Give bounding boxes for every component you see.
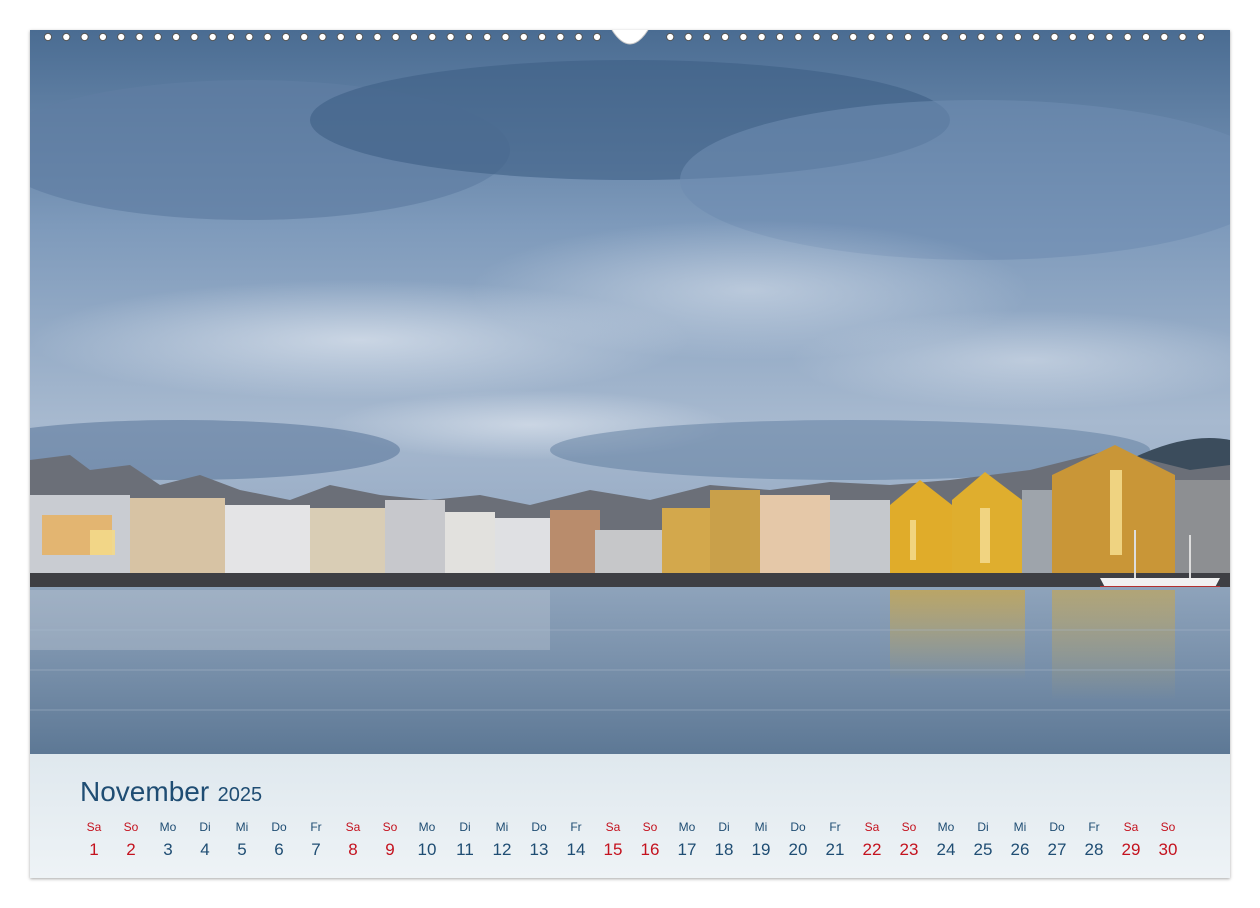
day-number: 8 [348,840,358,859]
day-number: 19 [751,840,771,859]
day-number: 5 [237,840,247,859]
day-number: 23 [899,840,919,859]
day-number: 21 [825,840,845,859]
day-number: 14 [566,840,586,859]
day-number: 18 [714,840,734,859]
weekday-label: Do [790,820,806,834]
day-number: 9 [385,840,395,859]
month-heading: November 2025 [80,776,262,808]
weekday-label: Mo [159,820,177,834]
weekday-label: Di [199,820,211,834]
weekday-label: Di [459,820,471,834]
weekday-label: Fr [829,820,841,834]
day-number: 12 [492,840,512,859]
calendar-footer: November 2025 Sa 1 So 2 Mo 3 Di 4 Mi 5 Do 6 Fr 7 Sa 8 So… [30,754,1230,878]
weekday-label: Do [531,820,547,834]
day-number: 26 [1010,840,1030,859]
weekday-label: Do [271,820,287,834]
day-number: 27 [1047,840,1067,859]
day-number: 11 [456,840,474,859]
weekday-label: Mi [754,820,768,834]
weekday-label: Mi [495,820,509,834]
month-name: November [80,776,210,807]
day-number: 2 [126,840,136,859]
day-number: 1 [89,840,99,859]
day-number: 10 [417,840,437,859]
day-number: 3 [163,840,173,859]
weekday-label: Fr [570,820,582,834]
weekday-label: So [901,820,917,834]
weekday-label: Mo [678,820,696,834]
weekday-label: Mo [418,820,436,834]
weekday-label: Mi [235,820,249,834]
day-number: 6 [274,840,284,859]
weekday-label: Sa [605,820,621,834]
weekday-label: Mi [1013,820,1027,834]
day-number: 16 [640,840,660,859]
weekday-label: Sa [345,820,361,834]
calendar-page: November 2025 Sa 1 So 2 Mo 3 Di 4 Mi 5 Do 6 Fr 7 Sa 8 So… [30,30,1230,878]
day-number: 28 [1084,840,1104,859]
day-number: 30 [1158,840,1178,859]
day-number: 7 [311,840,321,859]
weekday-label: Fr [1088,820,1100,834]
weekday-label: Sa [86,820,102,834]
weekday-label: So [382,820,398,834]
day-number: 15 [603,840,623,859]
weekday-label: Fr [310,820,322,834]
day-number: 24 [936,840,956,859]
weekday-label: Di [977,820,989,834]
day-number: 4 [200,840,210,859]
weekday-label: Sa [1123,820,1139,834]
weekday-label: So [642,820,658,834]
day-number: 29 [1121,840,1141,859]
harbor-photo [30,30,1230,754]
weekday-label: Mo [937,820,955,834]
weekday-label: Sa [864,820,880,834]
weekday-label: Di [718,820,730,834]
day-number: 25 [973,840,993,859]
weekday-label: So [1160,820,1176,834]
day-number: 22 [862,840,882,859]
day-number: 20 [788,840,808,859]
weekday-label: Do [1049,820,1065,834]
day-number: 13 [529,840,549,859]
month-year: 2025 [217,784,263,806]
day-number: 17 [677,840,697,859]
weekday-label: So [123,820,139,834]
